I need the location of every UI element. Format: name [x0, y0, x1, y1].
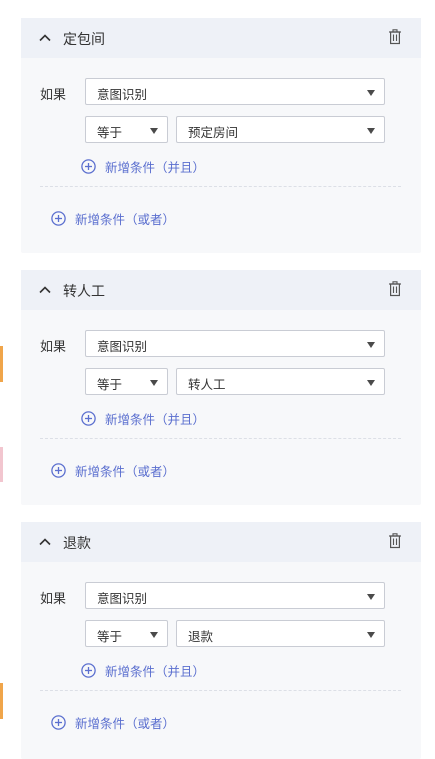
panel-header: 退款 — [21, 522, 421, 562]
rule-panel: 退款 如果 意图识别 等于 退款 新增条件（并且） 新增条件（或者） — [21, 522, 421, 759]
operator-select[interactable]: 等于 — [85, 368, 168, 395]
if-label: 如果 — [40, 340, 67, 355]
edge-marker — [0, 346, 3, 382]
operator-select[interactable]: 等于 — [85, 116, 168, 143]
add-or-label: 新增条件（或者） — [75, 716, 176, 731]
plus-circle-icon — [81, 663, 96, 678]
field-select-value: 意图识别 — [97, 339, 148, 354]
add-and-label: 新增条件（并且） — [105, 664, 206, 679]
add-and-condition-button[interactable]: 新增条件（并且） — [81, 157, 205, 176]
target-select[interactable]: 转人工 — [176, 368, 385, 395]
plus-circle-icon — [51, 463, 66, 478]
chevron-up-icon[interactable] — [39, 32, 51, 44]
divider — [40, 186, 401, 187]
field-select-value: 意图识别 — [97, 87, 148, 102]
field-select[interactable]: 意图识别 — [85, 330, 385, 357]
operator-select-value: 等于 — [97, 629, 123, 644]
if-label: 如果 — [40, 592, 67, 607]
operator-select-value: 等于 — [97, 125, 123, 140]
if-label: 如果 — [40, 88, 67, 103]
panel-title: 定包间 — [63, 32, 105, 48]
field-select-value: 意图识别 — [97, 591, 148, 606]
target-select-value: 预定房间 — [188, 125, 239, 140]
panel-header: 定包间 — [21, 18, 421, 58]
panel-title: 退款 — [63, 536, 91, 552]
caret-down-icon — [150, 128, 158, 134]
plus-circle-icon — [81, 411, 96, 426]
add-or-label: 新增条件（或者） — [75, 212, 176, 227]
caret-down-icon — [150, 632, 158, 638]
field-select[interactable]: 意图识别 — [85, 582, 385, 609]
caret-down-icon — [150, 380, 158, 386]
add-or-label: 新增条件（或者） — [75, 464, 176, 479]
add-or-condition-button[interactable]: 新增条件（或者） — [51, 713, 175, 732]
field-select[interactable]: 意图识别 — [85, 78, 385, 105]
target-select[interactable]: 预定房间 — [176, 116, 385, 143]
caret-down-icon — [367, 632, 375, 638]
edge-marker — [0, 447, 3, 482]
operator-select[interactable]: 等于 — [85, 620, 168, 647]
target-select-value: 退款 — [188, 629, 214, 644]
plus-circle-icon — [51, 715, 66, 730]
caret-down-icon — [367, 342, 375, 348]
divider — [40, 438, 401, 439]
add-and-condition-button[interactable]: 新增条件（并且） — [81, 409, 205, 428]
add-and-condition-button[interactable]: 新增条件（并且） — [81, 661, 205, 680]
panel-header: 转人工 — [21, 270, 421, 310]
trash-icon[interactable] — [388, 533, 402, 549]
divider — [40, 690, 401, 691]
caret-down-icon — [367, 594, 375, 600]
target-select-value: 转人工 — [188, 377, 226, 392]
chevron-up-icon[interactable] — [39, 536, 51, 548]
plus-circle-icon — [51, 211, 66, 226]
edge-marker — [0, 683, 3, 719]
plus-circle-icon — [81, 159, 96, 174]
chevron-up-icon[interactable] — [39, 284, 51, 296]
add-or-condition-button[interactable]: 新增条件（或者） — [51, 209, 175, 228]
rule-panel: 转人工 如果 意图识别 等于 转人工 新增条件（并且） 新增条件（或者） — [21, 270, 421, 505]
trash-icon[interactable] — [388, 281, 402, 297]
add-and-label: 新增条件（并且） — [105, 412, 206, 427]
caret-down-icon — [367, 90, 375, 96]
trash-icon[interactable] — [388, 29, 402, 45]
caret-down-icon — [367, 128, 375, 134]
panel-title: 转人工 — [63, 284, 105, 300]
add-and-label: 新增条件（并且） — [105, 160, 206, 175]
target-select[interactable]: 退款 — [176, 620, 385, 647]
rule-panel: 定包间 如果 意图识别 等于 预定房间 新增条件（并且） 新增条件（或者） — [21, 18, 421, 253]
add-or-condition-button[interactable]: 新增条件（或者） — [51, 461, 175, 480]
operator-select-value: 等于 — [97, 377, 123, 392]
caret-down-icon — [367, 380, 375, 386]
